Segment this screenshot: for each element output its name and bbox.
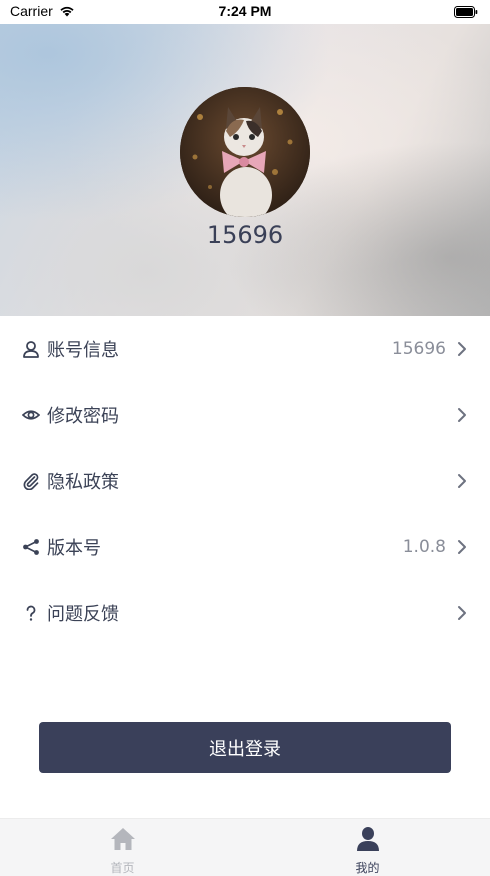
tab-mine[interactable]: 我的 [245, 819, 490, 876]
chevron-right-icon [458, 408, 466, 422]
share-icon [22, 538, 40, 556]
logout-button[interactable]: 退出登录 [39, 722, 451, 773]
username: 15696 [206, 221, 284, 249]
menu-item-label: 修改密码 [47, 406, 119, 427]
menu-item-privacy-policy[interactable]: 隐私政策 [0, 448, 490, 514]
tab-home[interactable]: 首页 [0, 819, 245, 876]
tab-label: 首页 [110, 861, 135, 875]
menu-item-change-password[interactable]: 修改密码 [0, 382, 490, 448]
logout-button-label: 退出登录 [209, 738, 281, 760]
question-icon [22, 604, 40, 622]
settings-menu: 账号信息 15696 修改密码 隐私政策 版本号 1.0.8 问题反馈 [0, 316, 490, 646]
avatar[interactable] [180, 87, 310, 217]
menu-item-value: 15696 [391, 339, 446, 359]
menu-item-label: 版本号 [47, 538, 101, 559]
menu-item-label: 问题反馈 [47, 604, 119, 625]
menu-item-value: 1.0.8 [402, 537, 446, 557]
chevron-right-icon [458, 606, 466, 620]
menu-item-label: 隐私政策 [47, 472, 119, 493]
person-icon [356, 827, 379, 851]
chevron-right-icon [458, 342, 466, 356]
tab-label: 我的 [355, 861, 380, 875]
status-bar: Carrier 7:24 PM [0, 0, 490, 24]
profile-header: 15696 [0, 24, 490, 316]
battery-icon [454, 6, 478, 18]
profile-page: Carrier 7:24 PM 15696 账号信息 15696 修改密码 隐私… [0, 0, 490, 876]
menu-item-feedback[interactable]: 问题反馈 [0, 580, 490, 646]
menu-item-label: 账号信息 [47, 340, 119, 361]
user-icon [22, 340, 40, 358]
chevron-right-icon [458, 540, 466, 554]
menu-item-version[interactable]: 版本号 1.0.8 [0, 514, 490, 580]
eye-icon [22, 406, 40, 424]
cat-avatar-image [180, 87, 310, 217]
menu-item-account-info[interactable]: 账号信息 15696 [0, 316, 490, 382]
tab-bar: 首页 我的 [0, 818, 490, 876]
paperclip-icon [22, 472, 40, 490]
home-icon [110, 828, 135, 850]
chevron-right-icon [458, 474, 466, 488]
status-time: 7:24 PM [218, 3, 272, 19]
